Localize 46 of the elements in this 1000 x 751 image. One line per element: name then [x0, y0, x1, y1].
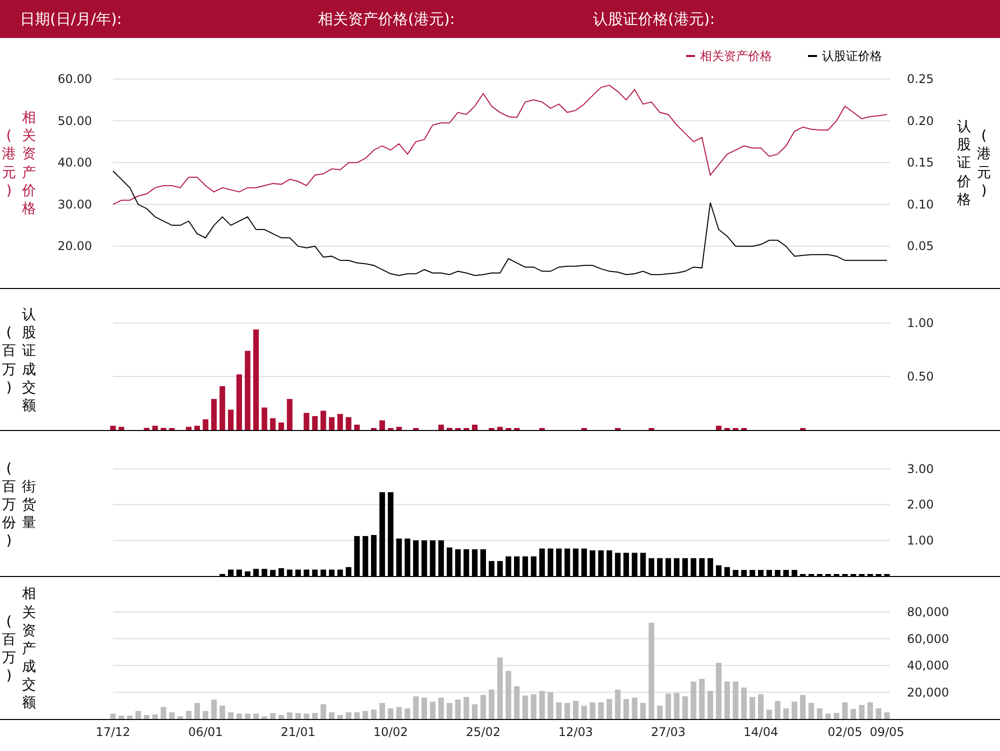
y-tick-label: 0.20	[907, 114, 934, 128]
x-tick-label: 21/01	[280, 725, 316, 739]
legend-label: 相关资产价格	[700, 49, 772, 63]
y-tick-label: 60.00	[58, 72, 92, 86]
legend-label: 认股证价格	[822, 49, 882, 63]
y-tick-label: 40,000	[907, 658, 949, 672]
legend-item: 相关资产价格	[686, 49, 772, 63]
y-tick-label: 80,000	[907, 605, 949, 619]
y-tick-label: 3.00	[907, 462, 934, 476]
x-tick-label: 25/02	[466, 725, 500, 739]
axis-title: 认股证成交额	[22, 306, 36, 416]
y-tick-label: 50.00	[58, 114, 92, 128]
y-tick-label: 20,000	[907, 685, 949, 700]
axis-title: 认股证价格	[957, 118, 971, 209]
axis-title: 街货量	[22, 478, 36, 532]
y-tick-label: 0.15	[907, 156, 934, 170]
x-tick-label: 12/03	[558, 725, 594, 739]
y-tick-label: 2.00	[907, 498, 934, 512]
y-tick-label: 1.00	[907, 533, 934, 548]
x-tick-label: 17/12	[96, 725, 130, 739]
axis-unit: (港元)	[977, 127, 991, 200]
legend-item: 认股证价格	[808, 49, 882, 63]
axis-unit: (港元)	[2, 127, 16, 200]
axis-unit: (百万)	[2, 612, 16, 686]
axis-title: 相关资产成交额	[22, 585, 36, 713]
y-tick-label: 0.25	[907, 72, 934, 86]
axis-unit: (百万)	[2, 324, 16, 397]
y-tick-label: 1.00	[907, 316, 934, 330]
x-tick-label: 02/05	[828, 725, 862, 739]
y-tick-label: 60,000	[907, 632, 949, 646]
header-label: 相关资产价格(港元):	[318, 10, 456, 28]
header-label: 日期(日/月/年):	[20, 10, 123, 28]
x-tick-label: 09/05	[870, 725, 904, 739]
y-tick-label: 0.05	[907, 239, 934, 254]
x-tick-label: 06/01	[188, 725, 223, 739]
y-tick-label: 40.00	[58, 156, 92, 170]
axis-unit: (百万份)	[2, 460, 16, 550]
axis-title: 相关资产价格	[22, 108, 36, 218]
y-tick-label: 0.50	[907, 370, 934, 384]
y-tick-label: 0.10	[907, 197, 934, 212]
x-tick-label: 10/02	[373, 725, 408, 739]
x-tick-label: 27/03	[650, 725, 686, 739]
header-label: 认股证价格(港元):	[593, 10, 715, 28]
y-tick-label: 30.00	[58, 197, 92, 212]
x-tick-label: 14/04	[744, 725, 778, 739]
y-tick-label: 20.00	[58, 239, 92, 254]
